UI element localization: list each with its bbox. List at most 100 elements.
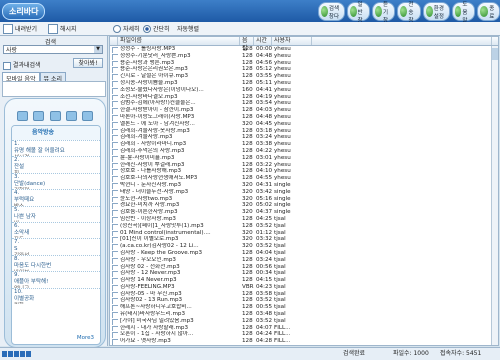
row-checkbox[interactable] [110, 66, 118, 74]
row-checkbox[interactable] [110, 345, 118, 346]
row-checkbox[interactable] [110, 264, 118, 271]
table-row[interactable]: 멜론드 - 에 노아 - 남겨진사랑... 320 04:45 yhesu [110, 121, 498, 128]
help-button[interactable]: 도움말 [451, 2, 475, 24]
table-row[interactable]: 용준-사랑은은리권모온.mp3 128 05:12 yhesu [110, 66, 498, 74]
table-row[interactable]: 어가요 - 옛사랑.mp3 128 04:28 FILL... [110, 338, 498, 345]
row-checkbox[interactable] [110, 128, 118, 135]
table-row[interactable]: 김래희-겨울사랑-옷사랑.mp3 128 03:18 yhesu [110, 128, 498, 135]
table-row[interactable]: 김래희-겨울사랑.mp3 128 03:24 yhesu [110, 134, 498, 142]
row-checkbox[interactable] [110, 297, 118, 305]
chart-item[interactable]: 1.유명 해볼 잘 어울려요성시경 [12, 140, 100, 156]
row-checkbox[interactable] [110, 94, 118, 101]
row-checkbox[interactable] [110, 202, 118, 210]
download-button[interactable]: 내려받기 [3, 23, 37, 34]
table-row[interactable]: 김사랑 - Keep the Groove.mp3 128 04:04 tjsal [110, 250, 498, 257]
menu-icon[interactable] [82, 111, 93, 121]
listen-window-button[interactable]: 듣기창 [372, 2, 396, 24]
row-checkbox[interactable] [110, 209, 118, 216]
row-checkbox[interactable] [110, 87, 118, 94]
stop-icon[interactable] [49, 111, 61, 121]
row-checkbox[interactable] [110, 121, 118, 128]
table-row[interactable]: 김호듐-이른한사랑.mp3 320 04:37 single [110, 209, 498, 216]
refresh-button[interactable]: 해시지 [48, 23, 77, 34]
header-user[interactable]: 사용자 [272, 37, 312, 45]
table-row[interactable]: 김래희-추억은의 사랑.mp3 128 04:22 yhesu [110, 148, 498, 155]
row-checkbox[interactable] [110, 114, 118, 121]
row-checkbox[interactable] [110, 134, 118, 142]
table-row[interactable]: 조선-사랑바다결오.mp3 128 04:19 yhesu [110, 94, 498, 101]
row-checkbox[interactable] [110, 107, 118, 114]
chart-item[interactable]: 3.단발(dance)김현정 [12, 172, 100, 189]
row-checkbox[interactable] [110, 277, 118, 284]
table-row[interactable]: 김래희 - 사랑이라마니.mp3 128 03:38 yhesu [110, 141, 498, 148]
search-input[interactable]: 사랑 ▼ [3, 45, 103, 54]
next-icon[interactable] [65, 111, 77, 121]
row-checkbox[interactable] [110, 189, 118, 196]
row-checkbox[interactable] [110, 162, 118, 169]
chart-item[interactable]: 7.S김완선 [12, 238, 100, 255]
settings-button[interactable]: 환경설정 [422, 2, 450, 21]
simple-view-radio[interactable]: 간단히 [143, 23, 170, 34]
table-row[interactable]: 정성수 - 롤링사랑.MP3 128 00:00 yhesu [110, 46, 498, 53]
row-checkbox[interactable] [110, 141, 118, 148]
chart-item[interactable]: 4.부럭떼요박소 [12, 189, 100, 206]
header-quality[interactable]: 음질 [240, 37, 254, 52]
table-row[interactable]: 정호호 - 나를사랑해.mp3 128 04:10 yhesu [110, 168, 498, 176]
vertical-scrollbar[interactable] [491, 46, 498, 345]
table-row[interactable]: 김사랑 - 12 Never.mp3 128 00:34 tjsal [110, 270, 498, 278]
chart-item[interactable]: 2.잔설휘 [12, 156, 100, 173]
table-row[interactable]: 마론아-이랑도그래이(사랑.MP3 128 04:48 yhesu [110, 114, 498, 121]
row-checkbox[interactable] [110, 311, 118, 318]
row-checkbox[interactable] [110, 80, 118, 87]
table-row[interactable]: [가야] 미국사님 밀려있음.mp3 128 03:52 tjsal [110, 318, 498, 325]
chart-item[interactable]: 9.애플아 부탁해!언니고 [12, 271, 100, 288]
row-checkbox[interactable] [110, 60, 118, 67]
table-row[interactable]: 경요한-미치까 사랑.mp3 320 05:02 single [110, 202, 498, 210]
table-row[interactable]: 김사랑 14 Never.mp3 128 04:15 tjsal [110, 277, 498, 284]
table-row[interactable]: 긴지로 - 날설은 아이큐.mp3 128 03:55 yhesu [110, 73, 498, 80]
table-row[interactable]: 태양 - 더이슬두전-사랑.mp3 320 03:42 single [110, 189, 498, 196]
table-row[interactable]: 한결-사랑받아이 - 잠깐이.mp3 128 04:03 yhesu [110, 107, 498, 114]
table-row[interactable]: (정신곡)[페이]1_사랑맛투(1).mp3 128 03:52 tjsal [110, 223, 498, 230]
table-row[interactable]: 김사랑-FEELING.MP3 VBR 04:23 tjsal [110, 284, 498, 291]
row-checkbox[interactable] [110, 331, 118, 339]
table-row[interactable]: 오혼이 - 1집 - 사랑하지 않아... 128 04:24 FILL... [110, 331, 498, 339]
search-window-button[interactable]: 검색창다 [318, 2, 345, 21]
more-link[interactable]: More3 [77, 335, 94, 341]
chart-item[interactable]: 8.마음도 다시한번바이브 [12, 254, 100, 271]
table-row[interactable]: 김사랑 - 우오오인.mp3 128 03:24 tjsal [110, 257, 498, 264]
row-checkbox[interactable] [110, 216, 118, 223]
row-checkbox[interactable] [110, 304, 118, 312]
table-row[interactable]: [01]신이 이별오로.mp3 320 03:32 tjsal [110, 236, 498, 244]
table-row[interactable]: 한래진-사랑이 뿌걸래.mp3 128 03:22 yhesu [110, 162, 498, 169]
row-checkbox[interactable] [110, 175, 118, 182]
row-checkbox[interactable] [110, 318, 118, 325]
table-row[interactable]: 김사랑 02 - 천화천.mp3 128 00:56 tjsal [110, 264, 498, 271]
chart-item[interactable]: 6.소악새자두 [12, 221, 100, 238]
table-row[interactable]: 임찬빈 - 이상사랑.mp3 128 04:25 tjsal [110, 216, 498, 223]
row-checkbox[interactable] [110, 196, 118, 203]
table-row[interactable]: 용준-사랑과 맹른.mp3 128 04:56 yhesu [110, 60, 498, 67]
row-checkbox[interactable] [110, 243, 118, 250]
table-row[interactable]: 뷴-뷴-사랑이미흘.mp3 128 03:01 yhesu [110, 155, 498, 162]
chart-item[interactable]: 5.나쁜 남자비 [12, 205, 100, 222]
row-checkbox[interactable] [110, 270, 118, 278]
row-checkbox[interactable] [110, 291, 118, 298]
detail-view-radio[interactable]: 자세히 [113, 23, 140, 34]
within-results-checkbox[interactable]: 결과내검색 [3, 60, 41, 70]
play-icon[interactable] [33, 111, 45, 121]
table-row[interactable]: 김사랑02 - 13 Run.mp3 128 03:52 tjsal [110, 297, 498, 305]
table-row[interactable]: 정성수-기분닷러_사랑쁜.mp3 128 04:48 yhesu [110, 53, 498, 60]
header-time[interactable]: 시간 [254, 37, 272, 45]
table-row[interactable]: 01 Mind control(instrumental).... 320 01:1… [110, 230, 498, 237]
header-check[interactable] [110, 37, 118, 45]
row-checkbox[interactable] [110, 53, 118, 60]
chart-item[interactable]: 10.이별공화린화 [12, 287, 100, 304]
prev-icon[interactable] [17, 111, 28, 121]
table-row[interactable]: 윤도현-사랑two.mp3 320 05:16 single [110, 196, 498, 203]
row-checkbox[interactable] [110, 257, 118, 264]
table-row[interactable]: 정지송-사랑이쁨줄.mp3 128 05:11 yhesu [110, 80, 498, 87]
table-row[interactable]: 박현니 - 둔사진사랑.mp3 320 04:31 single [110, 182, 498, 189]
transfer-window-button[interactable]: 전송창 [397, 2, 421, 24]
row-checkbox[interactable] [110, 338, 118, 345]
